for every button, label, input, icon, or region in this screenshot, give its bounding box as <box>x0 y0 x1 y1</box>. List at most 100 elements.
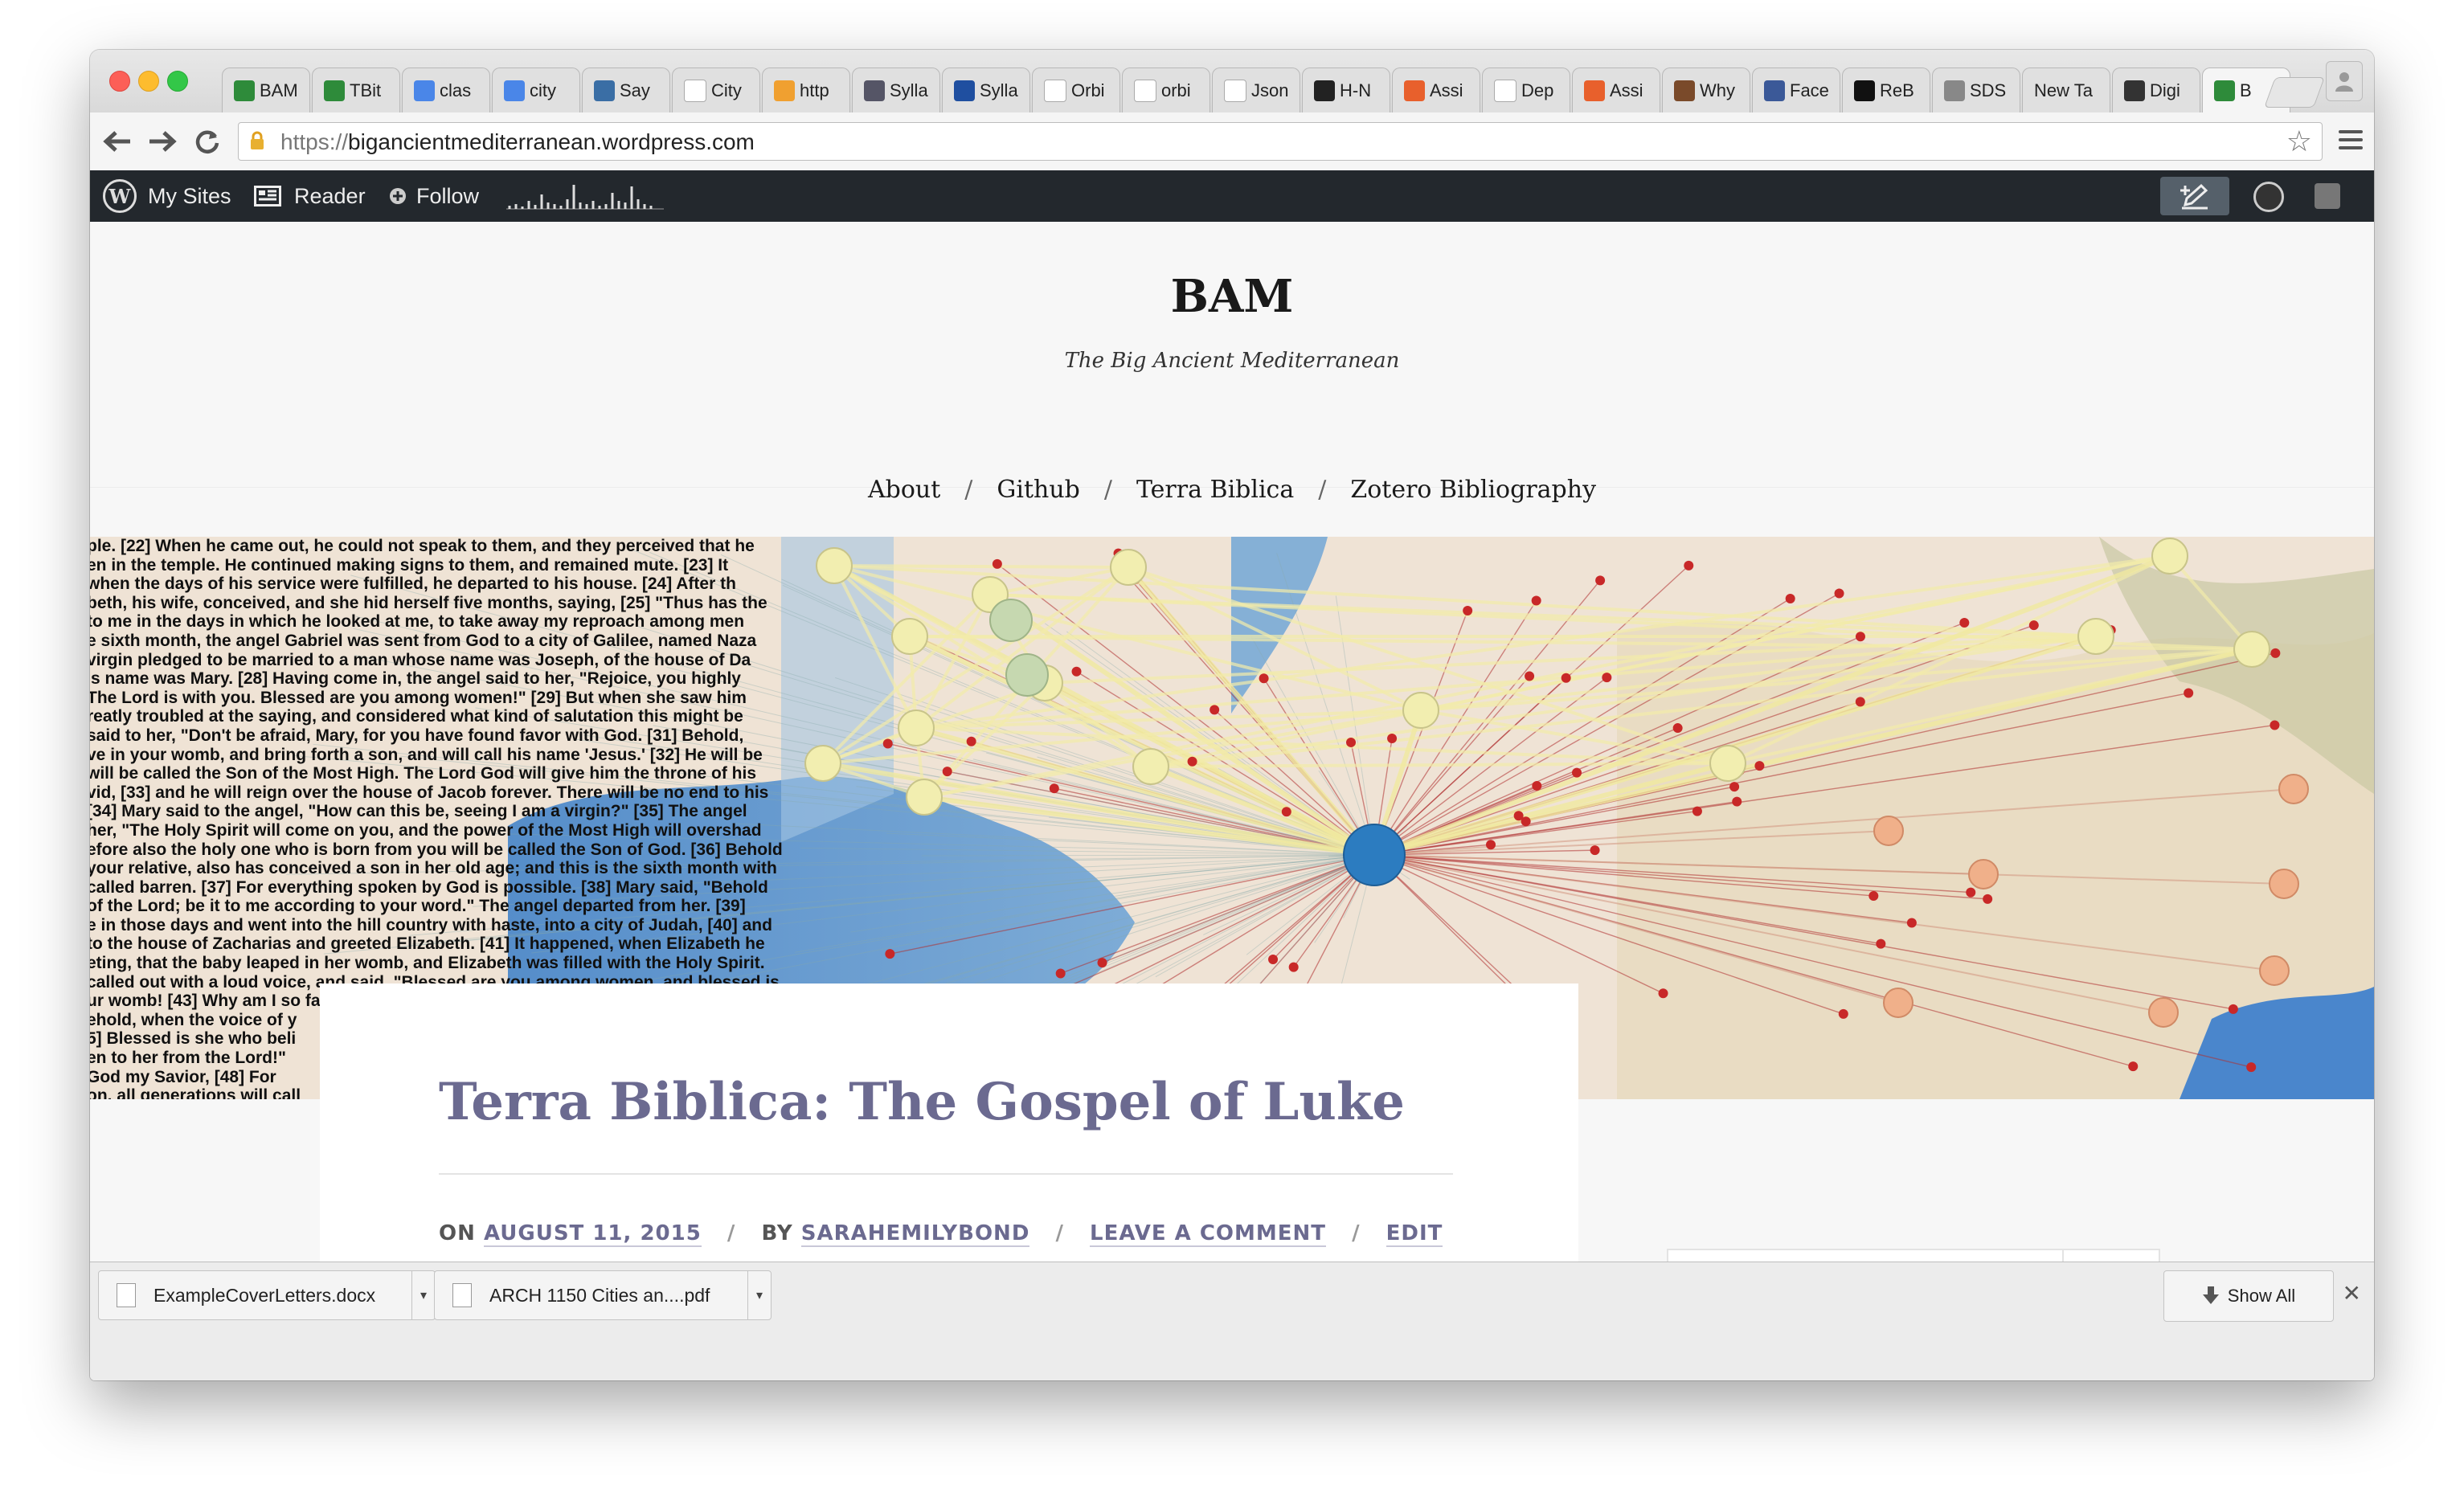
browser-tab[interactable]: H-N <box>1302 67 1390 112</box>
nav-item-zotero-bibliography[interactable]: Zotero Bibliography <box>1350 476 1596 504</box>
browser-tab[interactable]: TBit <box>312 67 400 112</box>
tab-label: http <box>800 80 829 100</box>
text-line: of the Lord; be it to me according to yo… <box>90 897 746 916</box>
browser-tab[interactable]: Face <box>1752 67 1840 112</box>
new-tab-button[interactable] <box>2264 77 2325 108</box>
browser-tab[interactable]: New Ta <box>2022 67 2110 112</box>
browser-tab[interactable]: Dep <box>1482 67 1570 112</box>
place-dot <box>1268 954 1279 964</box>
tab-label: Say <box>620 80 650 100</box>
leave-comment-link[interactable]: LEAVE A COMMENT <box>1090 1221 1327 1247</box>
browser-tab[interactable]: ReB <box>1842 67 1930 112</box>
nav-item-terra-biblica[interactable]: Terra Biblica <box>1136 476 1294 504</box>
tab-label: city <box>530 80 556 100</box>
place-dot <box>1959 618 1970 628</box>
reload-icon <box>195 130 219 153</box>
nav-separator: / <box>964 476 973 504</box>
place-dot <box>1672 723 1683 734</box>
browser-tab[interactable]: Assi <box>1392 67 1480 112</box>
site-title[interactable]: BAM <box>90 270 2374 323</box>
browser-tab[interactable]: Json <box>1212 67 1300 112</box>
browser-tab[interactable]: Digi <box>2112 67 2200 112</box>
post-date-link[interactable]: AUGUST 11, 2015 <box>483 1221 702 1247</box>
show-all-downloads-button[interactable]: Show All <box>2163 1270 2334 1322</box>
nav-item-about[interactable]: About <box>868 476 940 504</box>
text-line: en to her from the Lord!" <box>90 1049 286 1068</box>
place-node <box>2269 869 2299 899</box>
follow-link[interactable]: Follow <box>389 170 479 222</box>
browser-tab[interactable]: Orbi <box>1032 67 1120 112</box>
site-tagline: The Big Ancient Mediterranean <box>1064 349 1400 373</box>
download-filename: ARCH 1150 Cities an....pdf <box>489 1284 710 1306</box>
place-node <box>1709 745 1746 782</box>
edit-post-link[interactable]: EDIT <box>1385 1221 1443 1247</box>
text-line: God my Savior, [48] For <box>90 1067 276 1086</box>
plus-circle-icon <box>390 188 406 204</box>
close-shelf-icon[interactable]: ✕ <box>2343 1280 2361 1307</box>
download-options-button[interactable]: ▾ <box>411 1271 435 1319</box>
bookmark-star-icon[interactable]: ☆ <box>2286 125 2312 158</box>
nav-separator: / <box>1103 476 1112 504</box>
tab-label: TBit <box>350 80 382 100</box>
nav-item-github[interactable]: Github <box>997 476 1079 504</box>
place-dot <box>1983 894 1993 904</box>
post-author-link[interactable]: SARAHEMILYBOND <box>800 1221 1030 1247</box>
chrome-menu-button[interactable] <box>2339 130 2363 154</box>
reload-button[interactable] <box>190 124 225 159</box>
reader-link[interactable]: Reader <box>254 170 366 222</box>
search-input[interactable] <box>1668 1250 2054 1262</box>
browser-tab[interactable]: http <box>762 67 850 112</box>
google-icon <box>414 80 435 101</box>
back-button[interactable] <box>100 124 135 159</box>
search-button[interactable] <box>2062 1250 2159 1262</box>
place-dot <box>1834 588 1844 599</box>
post-title[interactable]: Terra Biblica: The Gospel of Luke <box>439 1072 1405 1132</box>
browser-tab[interactable]: orbi <box>1122 67 1210 112</box>
user-avatar[interactable] <box>2253 182 2284 212</box>
page-icon <box>1044 79 1066 102</box>
download-item[interactable]: ExampleCoverLetters.docx ▾ <box>98 1270 436 1320</box>
my-sites-link[interactable]: W My Sites <box>103 170 231 222</box>
browser-tab[interactable]: Why <box>1662 67 1750 112</box>
tab-label: ReB <box>1880 80 1914 100</box>
download-shelf: ExampleCoverLetters.docx ▾ ARCH 1150 Cit… <box>90 1262 2374 1380</box>
feed-icon <box>774 80 795 101</box>
browser-tab[interactable]: Sylla <box>852 67 940 112</box>
place-dot <box>2128 1061 2139 1072</box>
hub-node <box>1343 824 1406 886</box>
tab-strip: BAM TBit clas city Say City http Sylla Sylla Orbi… <box>90 50 2374 112</box>
text-line: to me in the days in which he looked at … <box>90 612 745 632</box>
place-dot <box>2270 648 2281 658</box>
text-line: vid, [33] and he will reign over the hou… <box>90 783 769 802</box>
text-line: her, "The Holy Spirit will come on you, … <box>90 820 762 840</box>
forward-button[interactable] <box>145 124 180 159</box>
close-window-button[interactable] <box>109 71 130 92</box>
zoom-window-button[interactable] <box>167 71 188 92</box>
browser-tab[interactable]: BAM <box>222 67 310 112</box>
browser-tab[interactable]: Say <box>582 67 670 112</box>
download-item[interactable]: ARCH 1150 Cities an....pdf ▾ <box>434 1270 772 1320</box>
place-dot <box>1838 1008 1848 1019</box>
text-line: ehold, when the voice of y <box>90 1010 297 1029</box>
place-dot <box>1281 807 1291 817</box>
browser-tab[interactable]: City <box>672 67 760 112</box>
notifications-icon[interactable] <box>2315 183 2340 209</box>
text-line: to the house of Zacharias and greeted El… <box>90 934 765 954</box>
url-text: https://bigancientmediterranean.wordpres… <box>280 129 755 154</box>
browser-tab[interactable]: city <box>492 67 580 112</box>
profile-button[interactable] <box>2326 61 2363 101</box>
browser-tab[interactable]: Assi <box>1572 67 1660 112</box>
browser-tab[interactable]: SDS <box>1932 67 2020 112</box>
place-dot <box>1531 595 1541 606</box>
arrow-right-icon <box>149 131 177 152</box>
text-line: beth, his wife, conceived, and she hid h… <box>90 593 767 612</box>
place-node <box>989 599 1033 642</box>
stats-sparkline[interactable] <box>505 182 665 211</box>
browser-tab[interactable]: Sylla <box>942 67 1030 112</box>
write-post-button[interactable] <box>2160 177 2229 215</box>
download-options-button[interactable]: ▾ <box>747 1271 771 1319</box>
minimize-window-button[interactable] <box>138 71 159 92</box>
browser-tab[interactable]: clas <box>402 67 490 112</box>
address-bar[interactable]: https://bigancientmediterranean.wordpres… <box>238 122 2323 161</box>
place-dot <box>1595 575 1606 586</box>
